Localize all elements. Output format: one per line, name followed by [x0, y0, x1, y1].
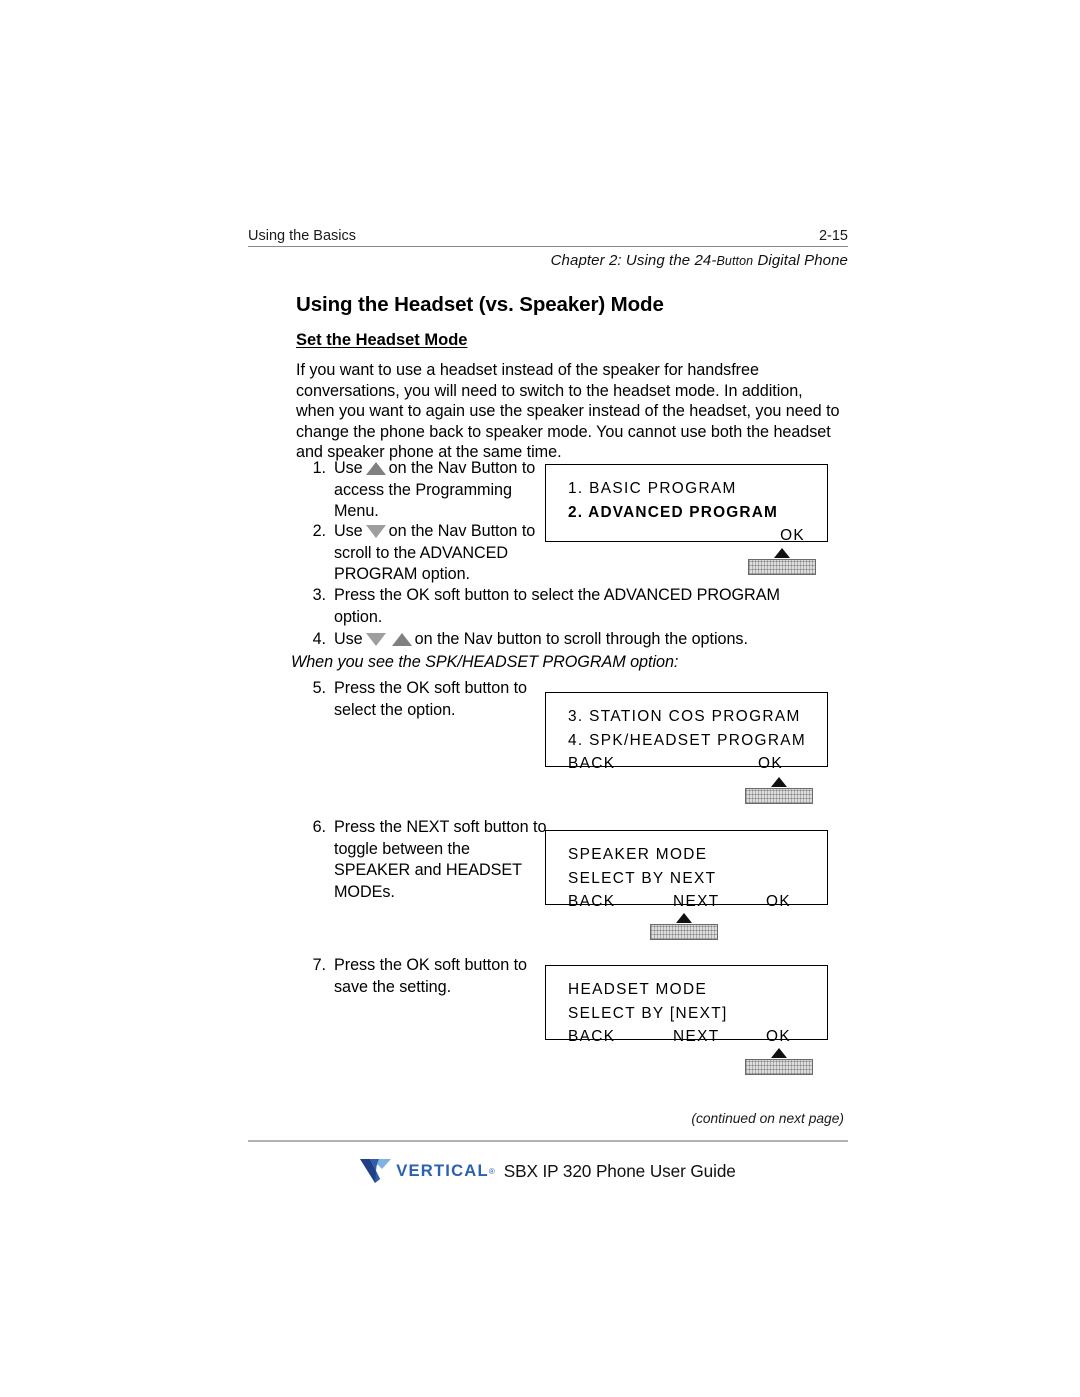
nav-down-triangle-icon [365, 633, 386, 646]
step-item-1: 1. Use on the Nav Button to access the Pr… [300, 458, 550, 523]
lcd-softkey-ok[interactable]: OK [568, 524, 809, 548]
vertical-logo: VERTICAL ® [360, 1158, 495, 1184]
nav-button-pad [745, 1059, 813, 1075]
step-text: Use on the Nav button to scroll through t… [334, 629, 830, 651]
page-footer: VERTICAL ® SBX IP 320 Phone User Guide [248, 1158, 848, 1184]
step-item-6: 6. Press the NEXT soft button to toggle … [300, 817, 550, 903]
page-title: Using the Headset (vs. Speaker) Mode [296, 293, 664, 316]
header-divider [248, 246, 848, 247]
step-number: 7. [312, 956, 326, 974]
header-row: Using the Basics 2-15 [248, 228, 848, 246]
running-header: Using the Basics 2-15 Chapter 2: Using t… [248, 228, 848, 269]
nav-button-pad [650, 924, 718, 940]
nav-down-triangle-icon [365, 525, 386, 538]
document-page: Using the Basics 2-15 Chapter 2: Using t… [0, 0, 1080, 1397]
nav-button-up-arrow-icon [771, 777, 787, 787]
nav-button-up-arrow-icon [676, 913, 692, 923]
step-number: 6. [312, 818, 326, 836]
lcd-line-2: SELECT BY NEXT [568, 869, 717, 887]
step-item-5: 5. Press the OK soft button to select th… [300, 678, 550, 721]
chapter-suffix: Digital Phone [753, 252, 848, 269]
footer-document-title: SBX IP 320 Phone User Guide [503, 1160, 736, 1181]
section-heading: Set the Headset Mode [296, 331, 468, 349]
chapter-prefix: Chapter 2: Using the 24- [550, 252, 717, 269]
footer-divider [248, 1140, 848, 1142]
lcd-display-advanced-program: 3. STATION COS PROGRAM 4. SPK/HEADSET PR… [545, 692, 828, 772]
lcd-softkey-back[interactable]: BACK [568, 1025, 673, 1049]
nav-up-triangle-icon [391, 633, 412, 646]
lcd-line-1: HEADSET MODE [568, 981, 708, 998]
step-item-2: 2. Use on the Nav Button to scroll to the… [300, 521, 550, 586]
lcd-softkey-next[interactable]: NEXT [673, 1025, 766, 1049]
nav-button-pad [745, 788, 813, 804]
lcd-softkey-ok[interactable]: OK [758, 752, 783, 776]
step-text: Use on the Nav Button to access the Progr… [334, 458, 550, 523]
step-text-post: on the Nav Button to access the Programm… [334, 459, 536, 520]
nav-button-graphic [650, 913, 718, 943]
step-item-3: 3. Press the OK soft button to select th… [300, 585, 800, 628]
step-text-pre: Use [334, 630, 363, 648]
chapter-title: Chapter 2: Using the 24-Button Digital P… [248, 252, 848, 269]
header-section-label: Using the Basics [248, 228, 356, 244]
nav-button-pad [748, 559, 816, 575]
continued-note: (continued on next page) [691, 1111, 844, 1126]
nav-button-graphic [745, 1048, 813, 1078]
lcd-softkey-ok[interactable]: OK [766, 1025, 791, 1049]
lcd-display-speaker-mode: SPEAKER MODE SELECT BY NEXT BACK NEXT OK [545, 830, 828, 910]
lcd-softkey-row: BACK NEXT OK [568, 1025, 809, 1049]
step-text: Press the NEXT soft button to toggle bet… [334, 818, 547, 901]
lcd-line-2: 2. ADVANCED PROGRAM [568, 503, 779, 521]
lcd-line-1: SPEAKER MODE [568, 846, 708, 863]
page-number: 2-15 [818, 228, 848, 244]
nav-button-graphic [748, 548, 816, 578]
lcd-line-1: 3. STATION COS PROGRAM [568, 708, 801, 725]
step-item-7: 7. Press the OK soft button to save the … [300, 955, 550, 998]
step-text: Use on the Nav Button to scroll to the AD… [334, 521, 550, 586]
step-number: 1. [312, 459, 326, 477]
lcd-line-2: 4. SPK/HEADSET PROGRAM [568, 731, 807, 749]
vertical-v-mark-icon [360, 1159, 392, 1183]
nav-button-graphic [745, 777, 813, 807]
lcd-softkey-row: BACK NEXT OK [568, 890, 809, 914]
step-text-post: on the Nav Button to scroll to the ADVAN… [334, 522, 536, 583]
lcd-display-programming-menu: 1. BASIC PROGRAM 2. ADVANCED PROGRAM OK [545, 464, 828, 544]
lcd-softkey-next[interactable]: NEXT [673, 890, 766, 914]
step-text: Press the OK soft button to save the set… [334, 956, 528, 996]
step-text-pre: Use [334, 522, 363, 540]
lcd-softkey-row: BACK OK [568, 752, 809, 776]
lcd-line-1: 1. BASIC PROGRAM [568, 480, 737, 497]
step-text-pre: Use [334, 459, 363, 477]
nav-up-triangle-icon [365, 462, 386, 475]
step-number: 3. [312, 586, 326, 604]
step-number: 4. [312, 630, 326, 648]
step-number: 5. [312, 679, 326, 697]
lcd-display-headset-mode: HEADSET MODE SELECT BY [NEXT] BACK NEXT … [545, 965, 828, 1045]
chapter-button-word: Button [716, 254, 754, 268]
intro-paragraph: If you want to use a headset instead of … [296, 361, 840, 462]
step-text: Press the OK soft button to select the A… [334, 586, 780, 626]
lcd-softkey-back[interactable]: BACK [568, 752, 758, 776]
nav-button-up-arrow-icon [771, 1048, 787, 1058]
nav-button-up-arrow-icon [774, 548, 790, 558]
note-line: When you see the SPK/HEADSET PROGRAM opt… [291, 653, 679, 671]
vertical-logo-trademark: ® [488, 1166, 495, 1176]
step-item-4: 4. Use on the Nav button to scroll throug… [300, 629, 830, 651]
step-text: Press the OK soft button to select the o… [334, 679, 528, 719]
step-number: 2. [312, 522, 326, 540]
lcd-line-2: SELECT BY [NEXT] [568, 1004, 728, 1022]
lcd-softkey-ok[interactable]: OK [766, 890, 791, 914]
vertical-logo-text: VERTICAL [396, 1161, 489, 1180]
lcd-softkey-back[interactable]: BACK [568, 890, 673, 914]
step-text-post: on the Nav button to scroll through the … [414, 630, 748, 648]
